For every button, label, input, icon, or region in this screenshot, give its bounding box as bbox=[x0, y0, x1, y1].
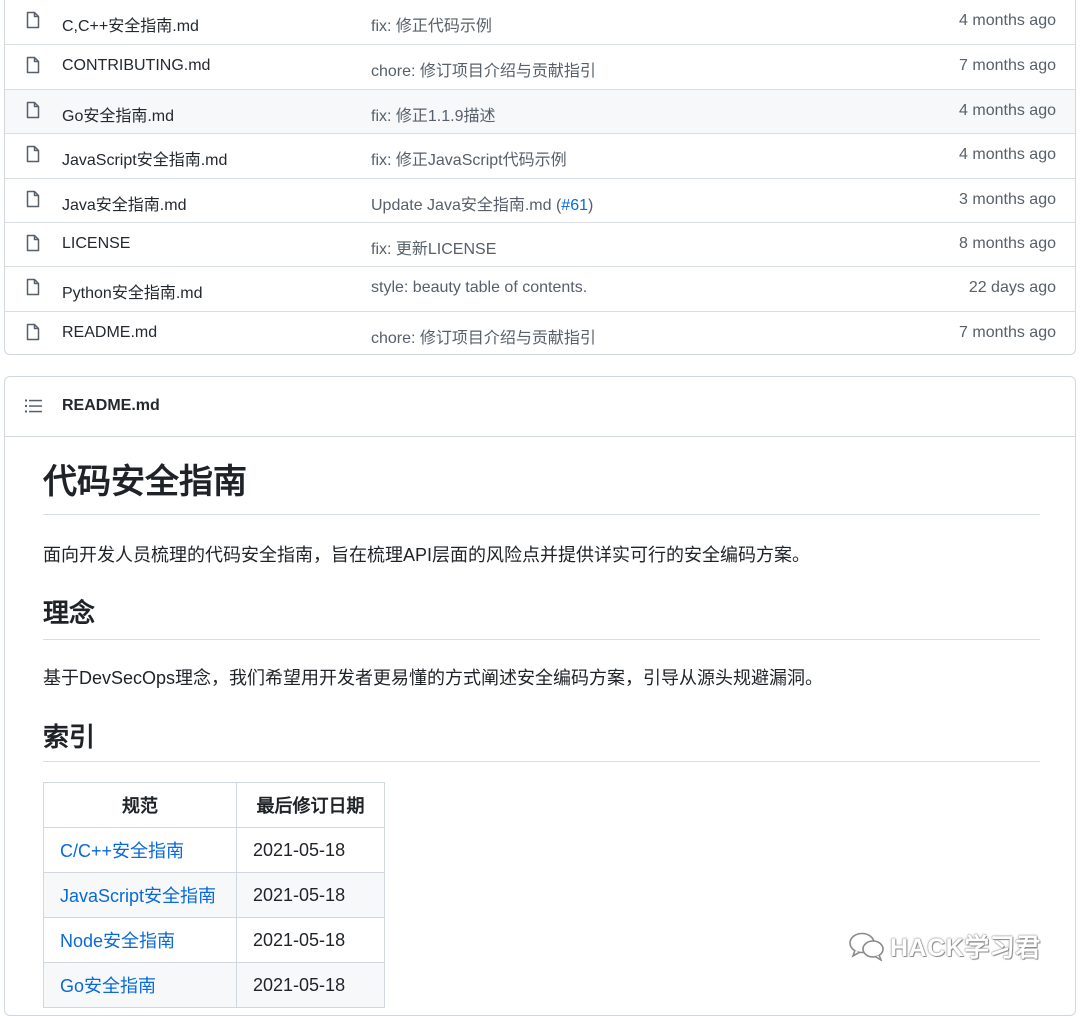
file-icon bbox=[26, 190, 40, 207]
commit-message[interactable]: fix: 修正JavaScript代码示例 bbox=[371, 146, 567, 170]
readme-title: README.md bbox=[62, 397, 160, 414]
commit-age: 7 months ago bbox=[959, 323, 1056, 341]
file-row[interactable]: Python安全指南.md style: beauty table of con… bbox=[5, 266, 1075, 310]
file-icon bbox=[26, 279, 40, 296]
file-name[interactable]: Java安全指南.md bbox=[62, 191, 186, 215]
revision-date: 2021-05-18 bbox=[236, 962, 385, 1008]
commit-age: 22 days ago bbox=[968, 279, 1056, 297]
page-title: 代码安全指南 bbox=[43, 459, 1040, 515]
wechat-icon bbox=[849, 932, 884, 961]
revision-date: 2021-05-18 bbox=[236, 917, 385, 963]
commit-age: 7 months ago bbox=[959, 57, 1056, 75]
file-icon bbox=[26, 57, 40, 74]
file-name[interactable]: CONTRIBUTING.md bbox=[62, 57, 210, 75]
commit-message[interactable]: chore: 修订项目介绍与贡献指引 bbox=[371, 57, 596, 81]
file-row[interactable]: C,C++安全指南.md fix: 修正代码示例 4 months ago bbox=[5, 0, 1075, 44]
commit-message[interactable]: chore: 修订项目介绍与贡献指引 bbox=[371, 324, 596, 348]
file-row[interactable]: README.md chore: 修订项目介绍与贡献指引 7 months ag… bbox=[5, 310, 1075, 354]
file-name[interactable]: C,C++安全指南.md bbox=[62, 12, 199, 36]
index-heading: 索引 bbox=[43, 717, 1040, 762]
file-row[interactable]: JavaScript安全指南.md fix: 修正JavaScript代码示例 … bbox=[5, 133, 1075, 177]
commit-age: 4 months ago bbox=[959, 12, 1056, 29]
file-row[interactable]: CONTRIBUTING.md chore: 修订项目介绍与贡献指引 7 mon… bbox=[5, 44, 1075, 88]
guide-link[interactable]: Go安全指南 bbox=[43, 962, 237, 1008]
guide-link[interactable]: Node安全指南 bbox=[43, 917, 237, 963]
watermark-text: HACK学习君 bbox=[890, 934, 1041, 962]
commit-age: 4 months ago bbox=[959, 101, 1056, 119]
readme-panel: README.md 代码安全指南 面向开发人员梳理的代码安全指南，旨在梳理API… bbox=[4, 376, 1076, 1016]
table-header: 最后修订日期 bbox=[236, 782, 385, 828]
commit-message[interactable]: fix: 修正1.1.9描述 bbox=[371, 102, 495, 126]
guide-link[interactable]: JavaScript安全指南 bbox=[43, 872, 237, 918]
commit-message[interactable]: fix: 更新LICENSE bbox=[371, 235, 496, 259]
list-icon[interactable] bbox=[25, 399, 43, 413]
concept-heading: 理念 bbox=[43, 593, 1040, 640]
guide-link[interactable]: C/C++安全指南 bbox=[43, 827, 237, 873]
file-row[interactable]: Java安全指南.md Update Java安全指南.md (#61) 3 m… bbox=[5, 177, 1075, 222]
revision-date: 2021-05-18 bbox=[236, 827, 385, 873]
file-name[interactable]: Python安全指南.md bbox=[62, 279, 203, 303]
file-icon bbox=[26, 234, 40, 252]
file-icon bbox=[26, 101, 40, 119]
file-name[interactable]: Go安全指南.md bbox=[62, 102, 174, 126]
table-row: Go安全指南 2021-05-18 bbox=[43, 962, 385, 1008]
file-icon bbox=[26, 145, 40, 163]
table-row: C/C++安全指南 2021-05-18 bbox=[43, 827, 385, 873]
watermark: HACK学习君 bbox=[848, 928, 1041, 964]
table-row: JavaScript安全指南 2021-05-18 bbox=[43, 872, 385, 918]
commit-age: 8 months ago bbox=[959, 234, 1056, 252]
file-name[interactable]: JavaScript安全指南.md bbox=[62, 146, 227, 170]
commit-message[interactable]: Update Java安全指南.md (#61) bbox=[371, 191, 593, 215]
guide-table: 规范 最后修订日期 C/C++安全指南 2021-05-18 JavaScrip… bbox=[43, 782, 385, 1008]
concept-paragraph: 基于DevSecOps理念，我们希望用开发者更易懂的方式阐述安全编码方案，引导从… bbox=[43, 668, 824, 688]
revision-date: 2021-05-18 bbox=[236, 872, 385, 918]
file-name[interactable]: README.md bbox=[62, 324, 157, 342]
commit-message[interactable]: fix: 修正代码示例 bbox=[371, 12, 492, 36]
file-icon bbox=[26, 323, 40, 340]
commit-age: 3 months ago bbox=[959, 190, 1056, 208]
commit-message[interactable]: style: beauty table of contents. bbox=[371, 279, 587, 297]
file-icon bbox=[26, 11, 40, 29]
file-list: C,C++安全指南.md fix: 修正代码示例 4 months ago CO… bbox=[4, 0, 1076, 355]
pr-link[interactable]: #61 bbox=[561, 197, 588, 214]
file-row[interactable]: Go安全指南.md fix: 修正1.1.9描述 4 months ago bbox=[5, 88, 1075, 134]
table-header: 规范 bbox=[43, 782, 237, 828]
file-row[interactable]: LICENSE fix: 更新LICENSE 8 months ago bbox=[5, 221, 1075, 266]
intro-paragraph: 面向开发人员梳理的代码安全指南，旨在梳理API层面的风险点并提供详实可行的安全编… bbox=[43, 545, 811, 565]
table-header-row: 规范 最后修订日期 bbox=[43, 782, 385, 828]
file-name[interactable]: LICENSE bbox=[62, 235, 130, 253]
table-row: Node安全指南 2021-05-18 bbox=[43, 917, 385, 963]
readme-header: README.md bbox=[5, 377, 1075, 437]
commit-age: 4 months ago bbox=[959, 146, 1056, 164]
